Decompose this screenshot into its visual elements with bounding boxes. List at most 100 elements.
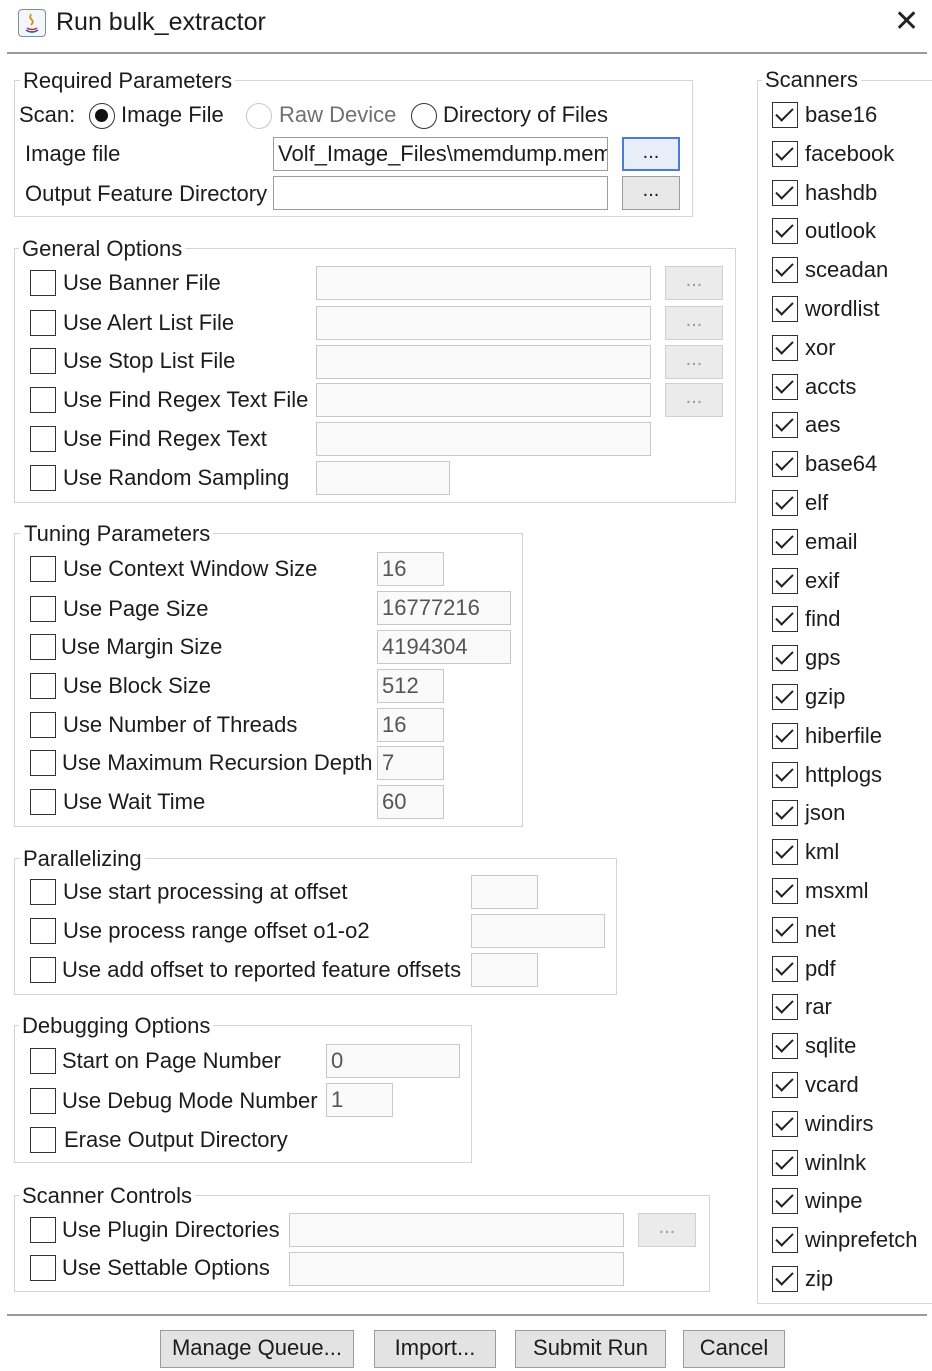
max-recursion-depth-input[interactable]: 7 [377, 746, 444, 780]
scanner-checkbox-httplogs[interactable] [772, 762, 798, 788]
scanner-checkbox-json[interactable] [772, 800, 798, 826]
radio-directory-of-files[interactable] [411, 103, 437, 129]
checkbox-context-window-size[interactable] [30, 556, 56, 582]
settable-options-input[interactable] [289, 1252, 624, 1286]
checkbox-block-size[interactable] [30, 673, 56, 699]
scanner-checkbox-gps[interactable] [772, 645, 798, 671]
scanner-checkbox-winpe[interactable] [772, 1188, 798, 1214]
alert-list-file-label: Use Alert List File [63, 310, 235, 335]
scanner-checkbox-outlook[interactable] [772, 218, 798, 244]
start-page-number-input[interactable]: 0 [326, 1044, 460, 1078]
margin-size-input[interactable]: 4194304 [377, 630, 511, 664]
alert-list-file-input[interactable] [316, 306, 651, 340]
scanner-checkbox-msxml[interactable] [772, 878, 798, 904]
checkbox-alert-list-file[interactable] [30, 310, 56, 336]
scanner-checkbox-windirs[interactable] [772, 1111, 798, 1137]
scanner-checkbox-winprefetch[interactable] [772, 1227, 798, 1253]
scanner-checkbox-kml[interactable] [772, 839, 798, 865]
scanner-label-outlook: outlook [805, 218, 876, 243]
start-processing-offset-input[interactable] [471, 875, 538, 909]
scanner-checkbox-base64[interactable] [772, 451, 798, 477]
block-size-input[interactable]: 512 [377, 669, 444, 703]
required-parameters-title: Required Parameters [20, 68, 236, 94]
scanner-checkbox-accts[interactable] [772, 374, 798, 400]
scanner-checkbox-gzip[interactable] [772, 684, 798, 710]
scanner-label-email: email [805, 529, 858, 554]
scanner-label-sceadan: sceadan [805, 257, 889, 282]
scanner-checkbox-zip[interactable] [772, 1266, 798, 1292]
scanner-checkbox-sceadan[interactable] [772, 257, 798, 283]
checkbox-page-size[interactable] [30, 596, 56, 622]
plugin-directories-browse-button[interactable]: ... [638, 1213, 696, 1247]
scanner-checkbox-net[interactable] [772, 917, 798, 943]
submit-run-button[interactable]: Submit Run [515, 1330, 666, 1368]
checkbox-banner-file[interactable] [30, 270, 56, 296]
page-size-input[interactable]: 16777216 [377, 591, 511, 625]
plugin-directories-input[interactable] [289, 1213, 624, 1247]
debug-mode-number-label: Use Debug Mode Number [62, 1088, 318, 1113]
scanner-checkbox-aes[interactable] [772, 412, 798, 438]
scanner-checkbox-email[interactable] [772, 529, 798, 555]
number-of-threads-input[interactable]: 16 [377, 708, 444, 742]
scanner-checkbox-facebook[interactable] [772, 141, 798, 167]
scanner-checkbox-elf[interactable] [772, 490, 798, 516]
import-button[interactable]: Import... [374, 1330, 496, 1368]
scanner-label-winlnk: winlnk [805, 1150, 867, 1175]
checkbox-start-processing-offset[interactable] [30, 879, 56, 905]
random-sampling-input[interactable] [316, 461, 450, 495]
max-recursion-depth-label: Use Maximum Recursion Depth [62, 750, 373, 775]
scanner-checkbox-rar[interactable] [772, 994, 798, 1020]
output-dir-browse-button[interactable]: ... [622, 176, 680, 210]
output-dir-input[interactable] [273, 176, 608, 210]
banner-file-browse-button[interactable]: ... [665, 266, 723, 300]
scanner-checkbox-hiberfile[interactable] [772, 723, 798, 749]
scanner-checkbox-find[interactable] [772, 606, 798, 632]
add-offset-input[interactable] [471, 953, 538, 987]
checkbox-number-of-threads[interactable] [30, 712, 56, 738]
checkbox-find-regex-text-file[interactable] [30, 387, 56, 413]
scanner-checkbox-vcard[interactable] [772, 1072, 798, 1098]
scanner-checkbox-sqlite[interactable] [772, 1033, 798, 1059]
checkbox-process-range-offset[interactable] [30, 918, 56, 944]
process-range-offset-input[interactable] [471, 914, 605, 948]
scanner-checkbox-wordlist[interactable] [772, 296, 798, 322]
debug-mode-number-input[interactable]: 1 [326, 1083, 393, 1117]
scanner-checkbox-winlnk[interactable] [772, 1150, 798, 1176]
radio-image-file[interactable] [89, 103, 115, 129]
checkbox-add-offset[interactable] [30, 957, 56, 983]
scanner-checkbox-pdf[interactable] [772, 956, 798, 982]
wait-time-input[interactable]: 60 [377, 785, 444, 819]
image-file-browse-button[interactable]: ... [622, 137, 680, 171]
find-regex-text-input[interactable] [316, 422, 651, 456]
block-size-label: Use Block Size [63, 673, 211, 698]
checkbox-debug-mode-number[interactable] [30, 1088, 56, 1114]
checkbox-find-regex-text[interactable] [30, 426, 56, 452]
checkbox-max-recursion-depth[interactable] [30, 750, 56, 776]
scanner-checkbox-hashdb[interactable] [772, 180, 798, 206]
find-regex-text-file-browse-button[interactable]: ... [665, 383, 723, 417]
scanner-checkbox-base16[interactable] [772, 102, 798, 128]
alert-list-file-browse-button[interactable]: ... [665, 306, 723, 340]
checkbox-wait-time[interactable] [30, 789, 56, 815]
random-sampling-label: Use Random Sampling [63, 465, 290, 490]
close-icon[interactable]: ✕ [894, 4, 919, 39]
context-window-size-input[interactable]: 16 [377, 552, 444, 586]
radio-raw-device[interactable] [246, 103, 272, 129]
banner-file-input[interactable] [316, 266, 651, 300]
stop-list-file-browse-button[interactable]: ... [665, 345, 723, 379]
scanner-checkbox-exif[interactable] [772, 568, 798, 594]
checkbox-plugin-directories[interactable] [30, 1217, 56, 1243]
checkbox-stop-list-file[interactable] [30, 348, 56, 374]
checkbox-start-page-number[interactable] [30, 1048, 56, 1074]
checkbox-erase-output-directory[interactable] [30, 1127, 56, 1153]
find-regex-text-file-input[interactable] [316, 383, 651, 417]
context-window-size-label: Use Context Window Size [63, 556, 318, 581]
checkbox-settable-options[interactable] [30, 1255, 56, 1281]
stop-list-file-input[interactable] [316, 345, 651, 379]
checkbox-random-sampling[interactable] [30, 465, 56, 491]
cancel-button[interactable]: Cancel [683, 1330, 785, 1368]
checkbox-margin-size[interactable] [30, 634, 56, 660]
scanner-checkbox-xor[interactable] [772, 335, 798, 361]
manage-queue-button[interactable]: Manage Queue... [160, 1330, 354, 1368]
image-file-input[interactable]: Volf_Image_Files\memdump.mem [273, 137, 608, 171]
